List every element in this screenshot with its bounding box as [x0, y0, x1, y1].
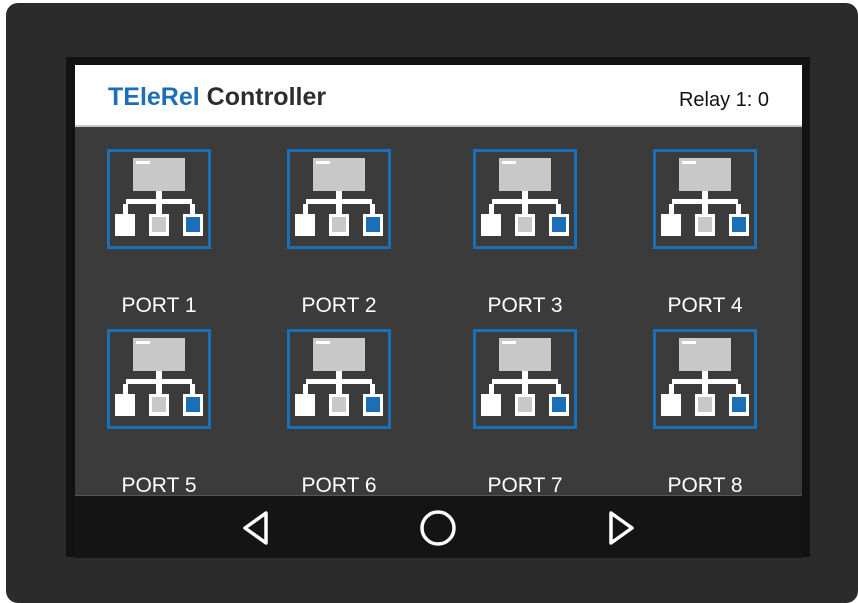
port-label: PORT 4	[667, 294, 743, 317]
port-tile-1[interactable]: PORT 1	[84, 149, 234, 324]
brand-name: TEleRel	[108, 83, 200, 111]
network-port-icon	[653, 329, 757, 429]
port-label: PORT 7	[487, 474, 563, 495]
network-port-icon	[287, 149, 391, 249]
screen: TEleRel Controller Relay 1: 0 PORT 1 POR…	[75, 65, 802, 495]
forward-triangle-icon	[609, 511, 634, 545]
navigation-bar	[75, 495, 802, 558]
port-tile-4[interactable]: PORT 4	[630, 149, 780, 324]
network-port-icon	[107, 329, 211, 429]
port-label: PORT 8	[667, 474, 743, 495]
home-circle-icon	[420, 510, 456, 546]
relay-status: Relay 1: 0	[678, 89, 769, 111]
port-label: PORT 2	[301, 294, 377, 317]
port-label: PORT 5	[121, 474, 197, 495]
forward-button[interactable]	[599, 506, 643, 550]
port-label: PORT 3	[487, 294, 563, 317]
home-button[interactable]	[416, 506, 460, 550]
port-tile-3[interactable]: PORT 3	[450, 149, 600, 324]
port-tile-6[interactable]: PORT 6	[264, 329, 414, 495]
network-port-icon	[107, 149, 211, 249]
back-button[interactable]	[235, 506, 279, 550]
port-tile-8[interactable]: PORT 8	[630, 329, 780, 495]
port-tile-2[interactable]: PORT 2	[264, 149, 414, 324]
network-port-icon	[473, 149, 577, 249]
title-suffix: Controller	[199, 83, 327, 111]
network-port-icon	[653, 149, 757, 249]
app-title: TEleRel Controller	[108, 83, 326, 112]
network-port-icon	[287, 329, 391, 429]
header-bar: TEleRel Controller Relay 1: 0	[75, 65, 802, 127]
network-port-icon	[473, 329, 577, 429]
port-tile-5[interactable]: PORT 5	[84, 329, 234, 495]
port-tile-7[interactable]: PORT 7	[450, 329, 600, 495]
port-label: PORT 1	[121, 294, 197, 317]
back-triangle-icon	[243, 511, 268, 545]
port-label: PORT 6	[301, 474, 377, 495]
